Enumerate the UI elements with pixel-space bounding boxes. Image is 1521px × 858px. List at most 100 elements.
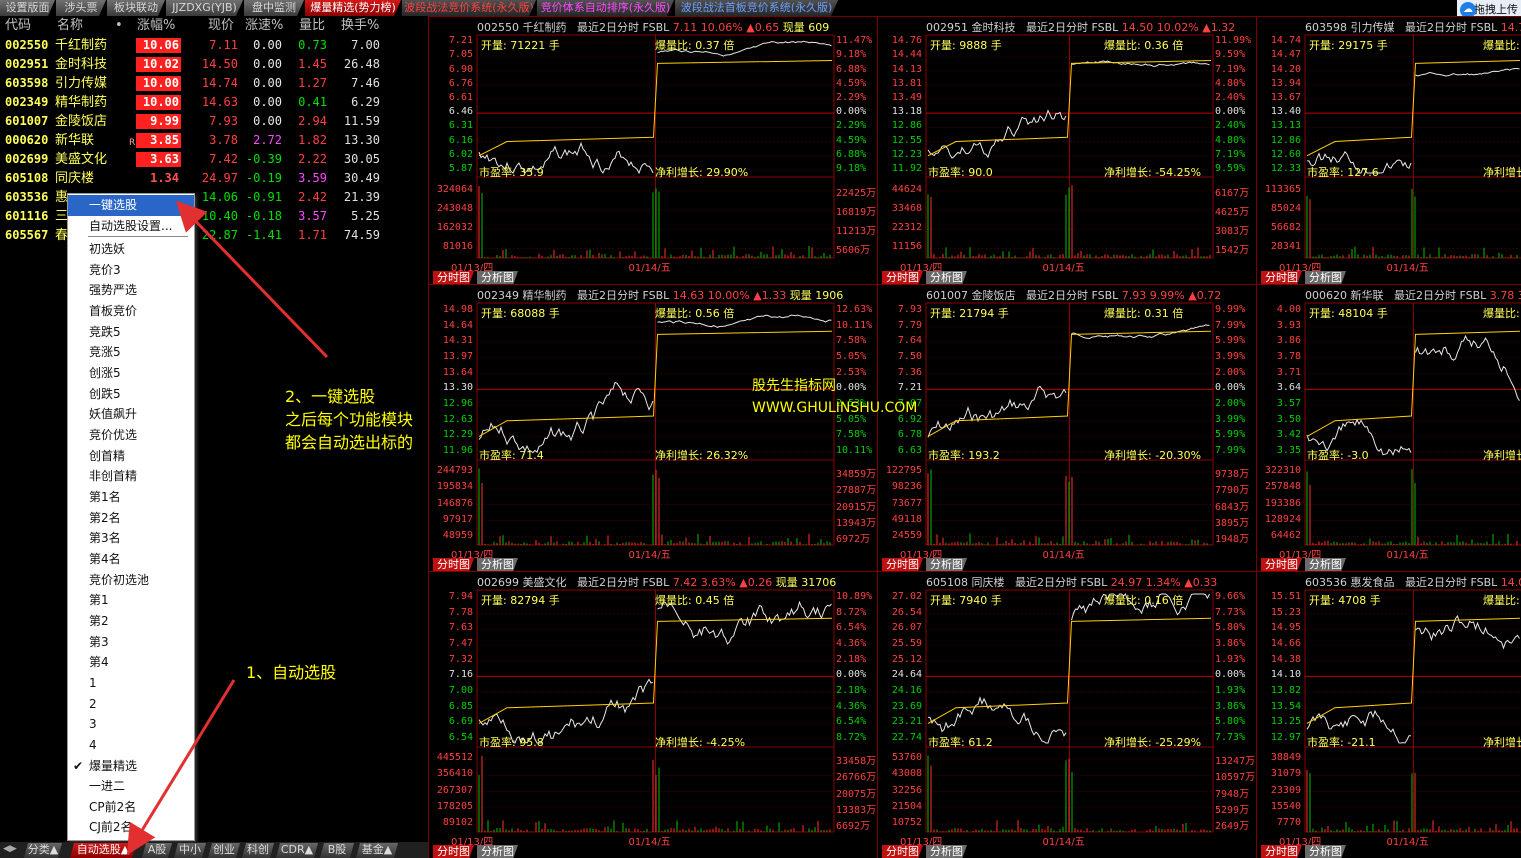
table-row[interactable]: 603598 引力传媒 10.00 14.74 0.00 1.27 7.46 [0, 74, 428, 93]
tab-layout-settings[interactable]: 设置版面 [0, 0, 55, 16]
menu-item[interactable]: ✔ 爆量精选 [68, 756, 194, 777]
tab-band-auction-system[interactable]: 波段战法竞价系统(永久版) [402, 0, 536, 16]
tab-category[interactable]: 分类▲ [24, 843, 62, 858]
table-row[interactable]: 002951 金时科技 10.02 14.50 0.00 1.45 26.48 [0, 55, 428, 74]
intraday-chart-panel[interactable]: 601007 金陵饭店 最近2日分时 FSBL 7.93 9.99% ▲0.72… [877, 284, 1256, 571]
header-change-pct[interactable]: 涨幅% [137, 16, 175, 36]
tab-analysis[interactable]: 分析图 [477, 845, 518, 858]
menu-item[interactable]: CJ前2名 [68, 817, 194, 838]
tab-jjzdxg[interactable]: JJZDXG(YJB) [166, 0, 243, 16]
change-pct-badge: 10.00 [136, 76, 181, 91]
menu-item-label: 2 [89, 696, 97, 711]
tab-chinext[interactable]: 创业 [208, 843, 240, 858]
menu-item[interactable]: 2 [68, 694, 194, 715]
header-turnover[interactable]: 换手% [341, 16, 379, 36]
tab-analysis[interactable]: 分析图 [477, 558, 518, 571]
menu-item[interactable]: 第3名 [68, 528, 194, 549]
tab-intraday[interactable]: 分时图 [433, 845, 474, 858]
menu-item[interactable]: 第1名 [68, 487, 194, 508]
menu-item[interactable]: 1 [68, 673, 194, 694]
menu-item[interactable]: 第3 [68, 632, 194, 653]
tab-analysis[interactable]: 分析图 [926, 845, 967, 858]
intraday-chart-panel[interactable]: 002951 金时科技 最近2日分时 FSBL 14.50 10.02% ▲1.… [877, 16, 1256, 284]
menu-item[interactable]: 创跌5 [68, 384, 194, 405]
intraday-chart-panel[interactable]: 002699 美盛文化 最近2日分时 FSBL 7.42 3.63% ▲0.26… [428, 571, 877, 858]
menu-item[interactable]: 一进二 [68, 776, 194, 797]
menu-item[interactable]: 第1 [68, 590, 194, 611]
tab-volume-burst[interactable]: 爆量精选(势力榜) [305, 0, 401, 16]
menu-item[interactable]: 首板竞价 [68, 301, 194, 322]
table-row[interactable]: 605108 同庆楼 1.34 24.97 -0.19 3.59 30.49 [0, 169, 428, 188]
tab-analysis[interactable]: 分析图 [477, 271, 518, 284]
table-row[interactable]: 002349 精华制药 10.00 14.63 0.00 0.41 6.29 [0, 93, 428, 112]
tab-analysis[interactable]: 分析图 [926, 558, 967, 571]
menu-item[interactable]: CP前2名 [68, 797, 194, 818]
intraday-chart-panel[interactable]: 000620 新华联 最近2日分时 FSBL 3.78 3.85 开量: 481… [1256, 284, 1521, 571]
table-row[interactable]: 605567 春 22.87 -1.41 1.71 74.59 [0, 226, 428, 245]
menu-item[interactable]: 强势严选 [68, 280, 194, 301]
menu-item[interactable]: 4 [68, 735, 194, 756]
table-row[interactable]: 601116 三 10.40 -0.18 3.57 5.25 [0, 207, 428, 226]
menu-item[interactable]: 第4名 [68, 549, 194, 570]
header-speed[interactable]: 涨速% [245, 16, 283, 36]
table-row[interactable]: 002550 千红制药 10.06 7.11 0.00 0.73 7.00 [0, 36, 428, 55]
table-row[interactable]: 601007 金陵饭店 9.99 7.93 0.00 2.94 11.59 [0, 112, 428, 131]
table-row[interactable]: 603536 惠 14.06 -0.91 2.42 21.39 [0, 188, 428, 207]
menu-item[interactable]: 竞价优选 [68, 425, 194, 446]
tab-analysis[interactable]: 分析图 [1305, 845, 1346, 858]
tab-first-board-auction[interactable]: 波段战法首板竞价系统(永久版) [675, 0, 838, 16]
tab-leader-stocks[interactable]: 涉头票 [56, 0, 106, 16]
intraday-chart-panel[interactable]: 603598 引力传媒 最近2日分时 FSBL 14.74 开量: 29175 … [1256, 16, 1521, 284]
tab-intraday[interactable]: 分时图 [1261, 271, 1302, 284]
header-code[interactable]: 代码 [5, 16, 31, 36]
menu-item[interactable]: 竞价3 [68, 260, 194, 281]
tab-cdr[interactable]: CDR▲ [276, 843, 318, 858]
menu-item[interactable]: 一键选股 [68, 195, 194, 216]
menu-item[interactable]: 竞涨5 [68, 342, 194, 363]
tab-sector-link[interactable]: 板块联动 [107, 0, 165, 16]
menu-item[interactable]: 第2名 [68, 508, 194, 529]
tab-b-shares[interactable]: B股 [320, 843, 354, 858]
menu-item[interactable]: 第2 [68, 611, 194, 632]
menu-item[interactable]: 非创首精 [68, 466, 194, 487]
header-price[interactable]: 现价 [208, 16, 234, 36]
tab-funds[interactable]: 基金▲ [356, 843, 398, 858]
menu-item[interactable]: 竞价初选池 [68, 570, 194, 591]
tab-intraday[interactable]: 分时图 [433, 558, 474, 571]
pe-ratio-label: 市盈率: -21.1 [1307, 736, 1376, 749]
tab-intraday-monitor[interactable]: 盘中监测 [244, 0, 304, 16]
menu-item[interactable]: 自动选股设置... [68, 216, 194, 237]
menu-item[interactable]: 第4 [68, 652, 194, 673]
intraday-chart-panel[interactable]: 002550 千红制药 最近2日分时 FSBL 7.11 10.06% ▲0.6… [428, 16, 877, 284]
tab-intraday[interactable]: 分时图 [882, 558, 923, 571]
pct-axis-label: 2.18% [836, 653, 867, 665]
table-row[interactable]: 000620 新华联 R 3.85 3.78 2.72 1.82 13.30 [0, 131, 428, 150]
header-name[interactable]: 名称 [57, 16, 83, 36]
menu-item[interactable]: 创首精 [68, 446, 194, 467]
tab-auto-select[interactable]: 自动选股▲ [70, 843, 136, 858]
tab-analysis[interactable]: 分析图 [1305, 558, 1346, 571]
menu-item[interactable]: 3 [68, 714, 194, 735]
header-volume-ratio[interactable]: 量比 [299, 16, 325, 36]
intraday-chart-panel[interactable]: 605108 同庆楼 最近2日分时 FSBL 24.97 1.34% ▲0.33… [877, 571, 1256, 858]
tab-intraday[interactable]: 分时图 [882, 845, 923, 858]
tab-intraday[interactable]: 分时图 [882, 271, 923, 284]
tab-sme[interactable]: 中小 [174, 843, 206, 858]
menu-item[interactable]: 创涨5 [68, 363, 194, 384]
tab-intraday[interactable]: 分时图 [1261, 845, 1302, 858]
burst-ratio-label: 爆量比: 0.16 倍 [1483, 307, 1521, 320]
tab-a-shares[interactable]: A股 [142, 843, 172, 858]
menu-item[interactable]: 妖值飙升 [68, 404, 194, 425]
intraday-chart-panel[interactable]: 603536 惠发食品 最近2日分时 FSBL 14.06 开量: 4708 手… [1256, 571, 1521, 858]
table-row[interactable]: 002699 美盛文化 3.63 7.42 -0.39 2.22 30.05 [0, 150, 428, 169]
tab-auction-auto-sort[interactable]: 竞价体系自动排序(永久版) [537, 0, 674, 16]
menu-item[interactable]: 竞跌5 [68, 322, 194, 343]
tab-analysis[interactable]: 分析图 [1305, 271, 1346, 284]
menu-item[interactable]: 初选妖 [68, 239, 194, 260]
nav-arrows-icon[interactable]: ◀▶ [3, 844, 17, 854]
tab-star-market[interactable]: 科创 [242, 843, 274, 858]
intraday-chart-panel[interactable]: 002349 精华制药 最近2日分时 FSBL 14.63 10.00% ▲1.… [428, 284, 877, 571]
tab-intraday[interactable]: 分时图 [433, 271, 474, 284]
tab-intraday[interactable]: 分时图 [1261, 558, 1302, 571]
tab-analysis[interactable]: 分析图 [926, 271, 967, 284]
